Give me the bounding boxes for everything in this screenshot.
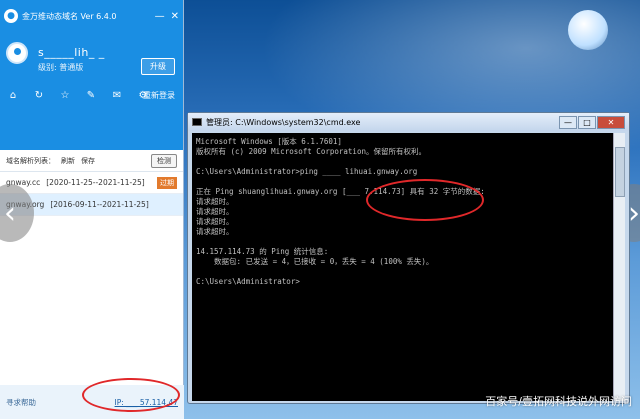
desktop-orb bbox=[568, 10, 608, 50]
domain-toolbar: 域名解析列表： 刷新 保存 检测 bbox=[0, 150, 183, 172]
tool-icons: ⌂ ↻ ☆ ✎ ✉ ⚙ bbox=[6, 90, 150, 101]
cmd-title: 管理员: C:\Windows\system32\cmd.exe bbox=[206, 117, 361, 127]
app-titlebar: ● 金万维动态域名 Ver 6.4.0 — ✕ bbox=[0, 0, 183, 32]
upgrade-button[interactable]: 升级 bbox=[141, 58, 175, 75]
check-button[interactable]: 检测 bbox=[151, 153, 177, 168]
save-button[interactable]: 保存 bbox=[81, 156, 95, 166]
user-name: s_____lih_ _ bbox=[38, 46, 105, 59]
refresh-icon[interactable]: ↻ bbox=[32, 90, 46, 101]
console-scrollbar[interactable] bbox=[613, 133, 625, 401]
star-icon[interactable]: ☆ bbox=[58, 90, 72, 101]
cmd-maximize-button[interactable]: □ bbox=[578, 115, 596, 129]
cmd-close-button[interactable]: ✕ bbox=[597, 115, 625, 129]
avatar[interactable] bbox=[6, 42, 28, 64]
domain-period: [2016-09-11--2021-11-25] bbox=[50, 200, 149, 209]
close-button[interactable]: ✕ bbox=[171, 11, 179, 22]
home-icon[interactable]: ⌂ bbox=[6, 90, 20, 101]
ping-ip-highlight-circle bbox=[366, 179, 484, 221]
help-link[interactable]: 寻求帮助 bbox=[6, 397, 36, 408]
cmd-window: 管理员: C:\Windows\system32\cmd.exe — □ ✕ M… bbox=[187, 112, 630, 404]
console-line: 14.157.114.73 的 Ping 统计信息: bbox=[196, 247, 329, 256]
edit-icon[interactable]: ✎ bbox=[84, 90, 98, 101]
console-line: 数据包: 已发送 = 4，已接收 = 0，丢失 = 4 (100% 丢失)。 bbox=[196, 257, 434, 266]
cmd-icon bbox=[192, 118, 202, 126]
domain-list-label: 域名解析列表： bbox=[6, 156, 55, 165]
console-line: Microsoft Windows [版本 6.1.7601] bbox=[196, 137, 342, 146]
console-line: C:\Users\Administrator>ping ____ lihuai.… bbox=[196, 167, 418, 176]
watermark: 百家号/壹拓网科技说外网访问 bbox=[485, 395, 632, 408]
cmd-minimize-button[interactable]: — bbox=[559, 115, 577, 129]
scrollbar-thumb[interactable] bbox=[615, 147, 625, 197]
app-logo-icon: ● bbox=[4, 9, 18, 23]
console-line: 版权所有 (c) 2009 Microsoft Corporation。保留所有… bbox=[196, 147, 426, 156]
cmd-titlebar: 管理员: C:\Windows\system32\cmd.exe — □ ✕ bbox=[188, 113, 629, 131]
relogin-link[interactable]: 重新登录 bbox=[143, 90, 175, 101]
console-output[interactable]: Microsoft Windows [版本 6.1.7601] 版权所有 (c) … bbox=[192, 133, 614, 401]
user-panel: s_____lih_ _ 级别: 普通版 升级 ⌂ ↻ ☆ ✎ ✉ ⚙ 重新登录 bbox=[0, 32, 183, 150]
expired-badge: 过期 bbox=[157, 176, 177, 189]
minimize-button[interactable]: — bbox=[155, 11, 165, 22]
mail-icon[interactable]: ✉ bbox=[110, 90, 124, 101]
refresh-button[interactable]: 刷新 bbox=[61, 156, 75, 166]
console-line: 请求超时。 bbox=[196, 227, 234, 236]
console-line: C:\Users\Administrator> bbox=[196, 277, 300, 286]
user-level: 级别: 普通版 bbox=[38, 63, 84, 72]
ip-highlight-circle bbox=[82, 378, 180, 412]
domain-period: [2020-11-25--2021-11-25] bbox=[46, 178, 145, 187]
domain-row[interactable]: gnway.cc [2020-11-25--2021-11-25] 过期 bbox=[0, 172, 183, 194]
app-title: 金万维动态域名 Ver 6.4.0 bbox=[22, 11, 117, 21]
